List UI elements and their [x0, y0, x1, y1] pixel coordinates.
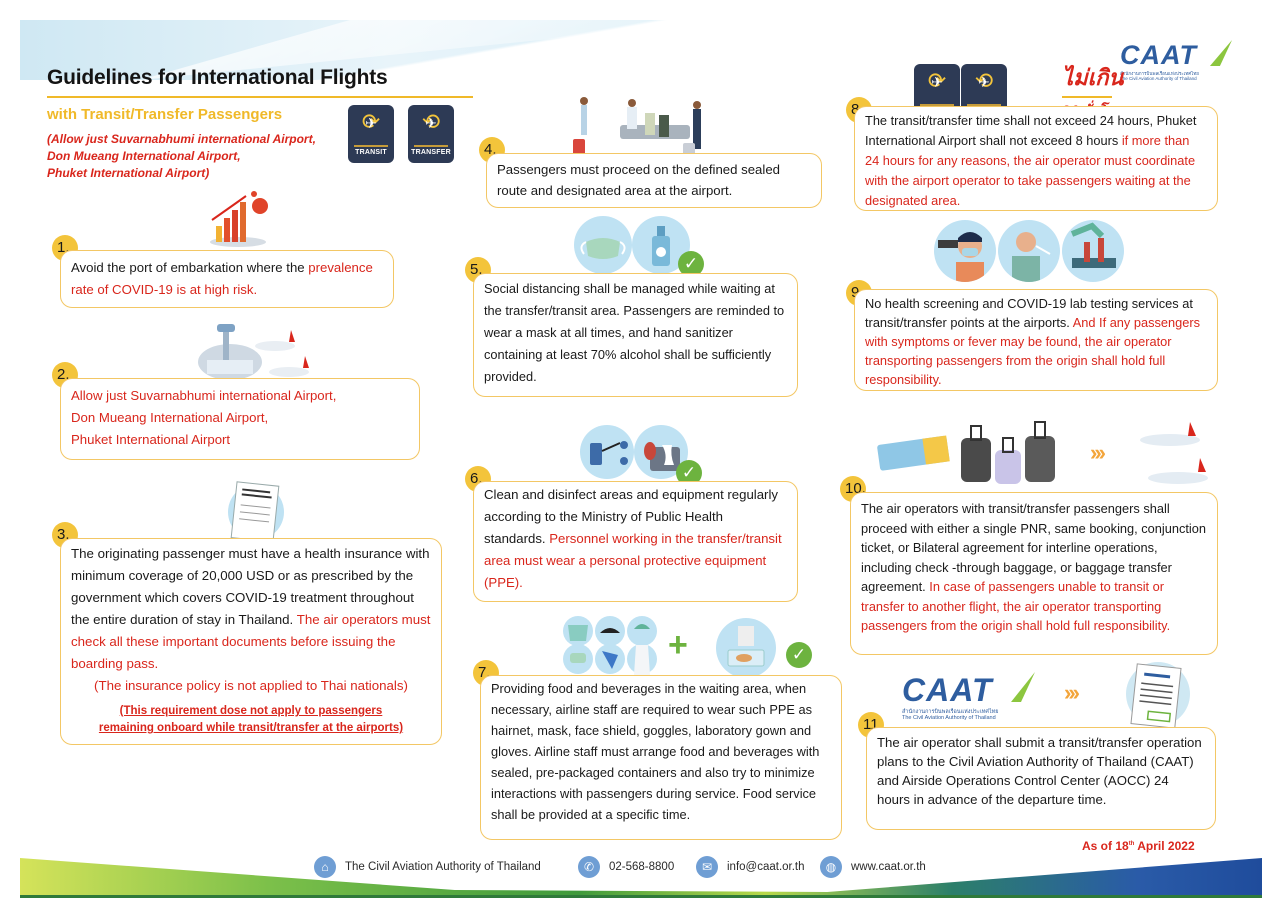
caat-logo-large: CAAT สำนักงานการบินพลเรือนแห่งประเทศไทย …	[902, 672, 1035, 721]
caat-logo-english-name: The Civil Aviation Authority of Thailand	[902, 715, 996, 721]
caat-logo-wordmark: CAAT	[1120, 40, 1197, 70]
airports-note-line: Don Mueang International Airport,	[47, 149, 241, 163]
date-suffix: April 2022	[1134, 839, 1195, 853]
date-prefix: As of 18	[1082, 839, 1129, 853]
infographic-page: Guidelines for International Flights wit…	[20, 20, 1262, 898]
airports-note-line: Phuket International Airport)	[47, 166, 210, 180]
title-underline	[47, 96, 473, 98]
nasal-swab-icon	[998, 220, 1060, 282]
logo-swoosh-icon	[1011, 672, 1035, 702]
plus-icon: +	[668, 626, 688, 664]
guideline-card-2: Allow just Suvarnabhumi international Ai…	[60, 378, 420, 460]
footnote-line: (This requirement dose not apply to pass…	[119, 705, 383, 717]
guideline-card-6: Clean and disinfect areas and equipment …	[473, 481, 798, 602]
guideline-card-9: No health screening and COVID-19 lab tes…	[854, 289, 1218, 391]
page-subtitle: with Transit/Transfer Passengers	[47, 106, 283, 123]
guideline-emphasis-line: Allow just Suvarnabhumi international Ai…	[71, 388, 337, 403]
guideline-emphasis-line: Don Mueang International Airport,	[71, 410, 269, 425]
tickets-luggage-illustration	[875, 418, 1085, 488]
airplane-transfer-icon: ✈	[425, 115, 437, 131]
guideline-card-7: Providing food and beverages in the wait…	[480, 675, 842, 840]
guideline-text: Avoid the port of embarkation where the	[71, 260, 309, 275]
insurance-document-illustration	[220, 480, 290, 544]
airplane-icon: ✈	[931, 74, 943, 90]
arrow-dots-icon: ›››	[1090, 440, 1106, 465]
guideline-text: Passengers must proceed on the defined s…	[497, 162, 780, 198]
airports-note-line: (Allow just Suvarnabhumi international A…	[47, 132, 316, 146]
footnote-line: remaining onboard while transit/transfer…	[98, 722, 404, 734]
temperature-check-icon	[934, 220, 996, 282]
caat-logo-english-name: The Civil Aviation Authority of Thailand	[1120, 76, 1197, 81]
airplane-icon: ✈	[365, 115, 377, 131]
disinfection-spray-icon	[580, 425, 634, 479]
rising-chart-virus-illustration	[208, 190, 278, 248]
effective-date: As of 18th April 2022	[1082, 839, 1195, 853]
approved-document-icon	[1120, 660, 1192, 732]
guideline-text: Social distancing shall be managed while…	[484, 281, 785, 384]
guideline-card-11: The air operator shall submit a transit/…	[866, 727, 1216, 830]
guideline-card-8: The transit/transfer time shall not exce…	[854, 106, 1218, 211]
guideline-card-10: The air operators with transit/transfer …	[850, 492, 1218, 655]
face-mask-icon	[574, 216, 632, 274]
transfer-badge-label: TRANSFER	[411, 149, 451, 156]
airports-note: (Allow just Suvarnabhumi international A…	[47, 131, 316, 182]
guideline-exemption: (The insurance policy is not applied to …	[94, 678, 408, 693]
packaged-food-icon	[716, 618, 776, 678]
transit-badge: ⟳ ✈ TRANSIT	[348, 105, 394, 163]
guideline-card-3: The originating passenger must have a he…	[60, 538, 442, 745]
guideline-text: The air operator shall submit a transit/…	[877, 735, 1202, 807]
guideline-footnote: (This requirement dose not apply to pass…	[71, 703, 431, 737]
time-limit-line1: ไม่เกิน	[1062, 65, 1124, 90]
transit-badge-label: TRANSIT	[355, 149, 387, 156]
guideline-card-4: Passengers must proceed on the defined s…	[486, 153, 822, 208]
lab-testing-icon	[1062, 220, 1124, 282]
guideline-text: Providing food and beverages in the wait…	[491, 681, 820, 822]
airplanes-icon	[1130, 418, 1220, 498]
guideline-card-5: Social distancing shall be managed while…	[473, 273, 798, 397]
caat-logo-wordmark: CAAT	[902, 672, 993, 708]
transfer-badge: ⟲ ✈ TRANSFER	[408, 105, 454, 163]
arrow-dots-icon: ›››	[1064, 680, 1080, 705]
caat-logo: CAAT สำนักงานการบินพลเรือนแห่งประเทศไทย …	[1120, 40, 1233, 81]
ppe-equipment-illustration	[560, 615, 660, 677]
check-icon: ✓	[786, 642, 812, 668]
guideline-card-1: Avoid the port of embarkation where the …	[60, 250, 394, 308]
page-title: Guidelines for International Flights	[47, 66, 388, 89]
bottom-decorative-band	[20, 858, 1262, 898]
airplane-transfer-icon: ✈	[978, 74, 990, 90]
guideline-emphasis-line: Phuket International Airport	[71, 432, 231, 447]
